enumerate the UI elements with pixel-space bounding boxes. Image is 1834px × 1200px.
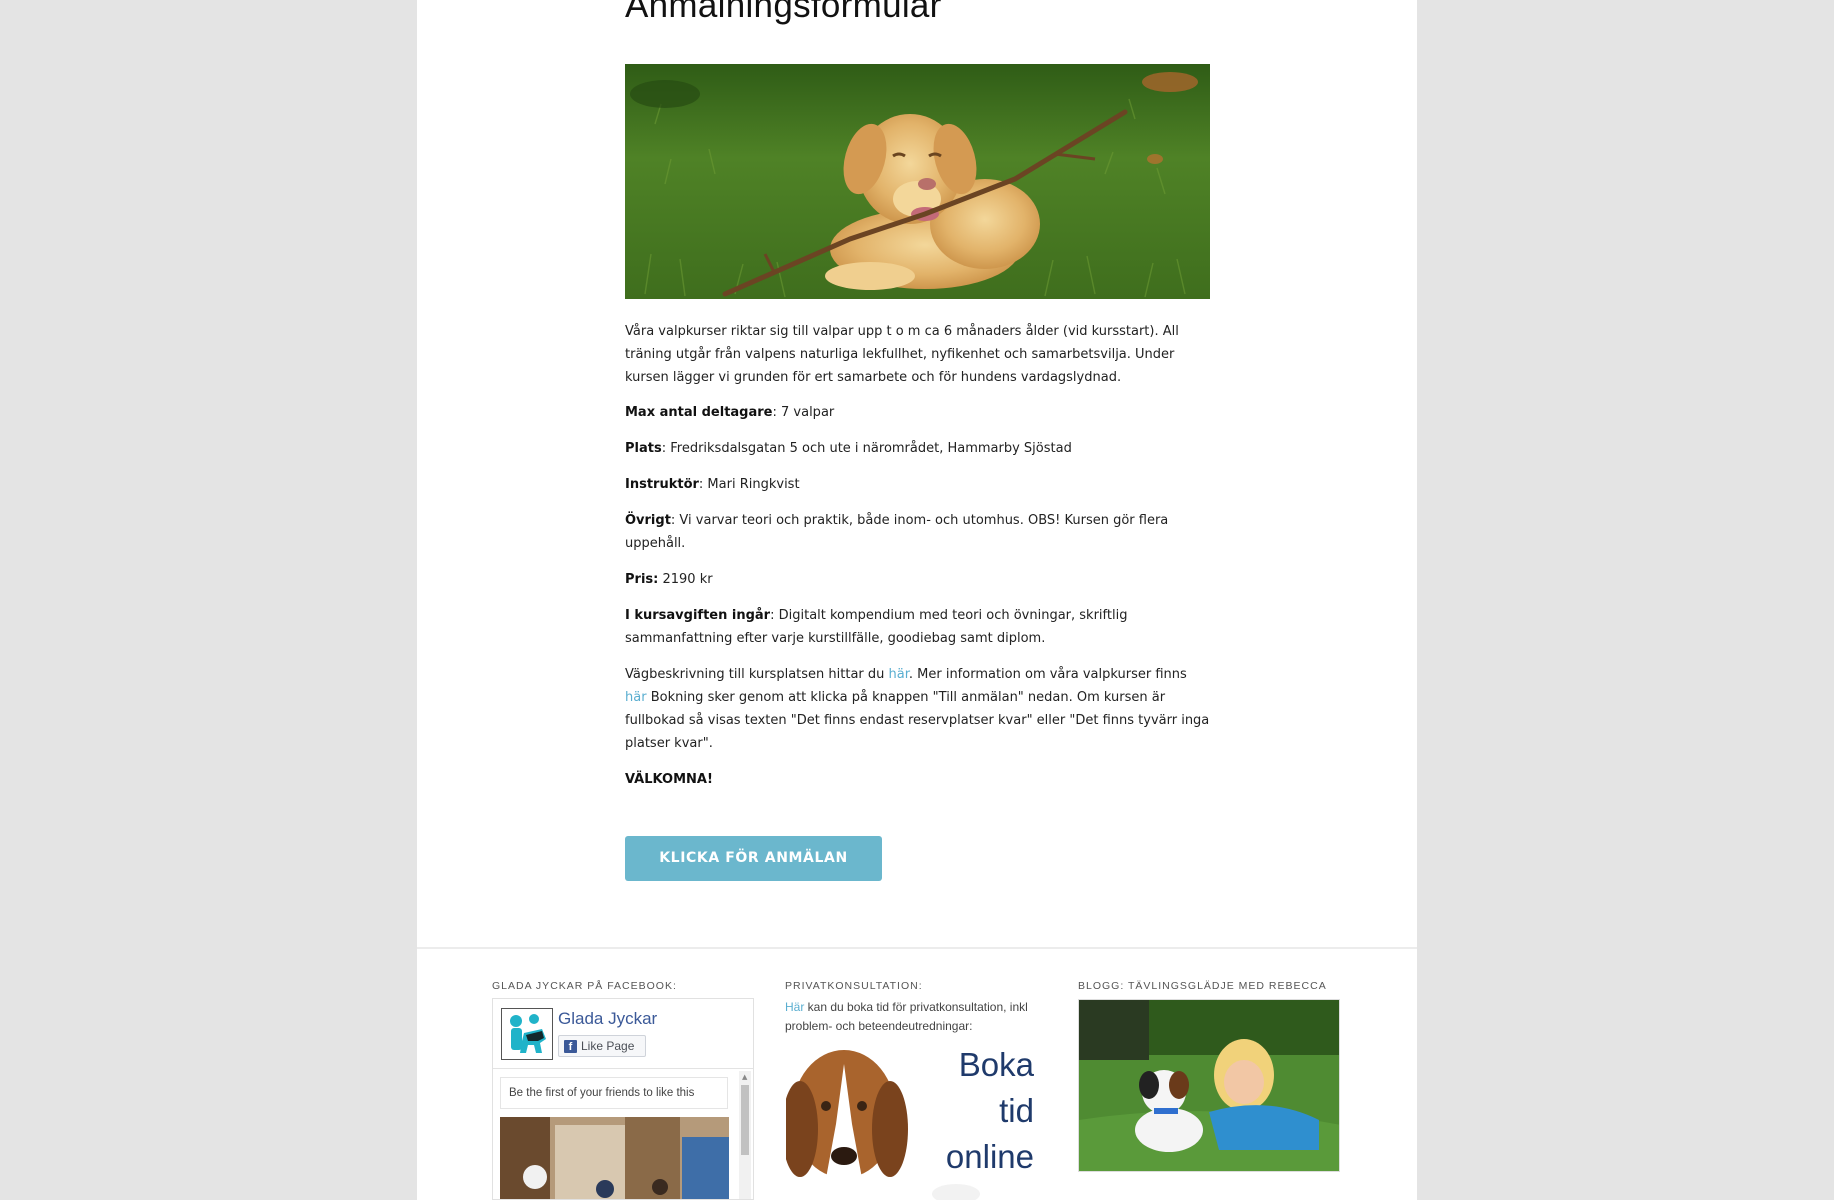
privatkonsultation-description: kan du boka tid för privatkonsultation, … [785,1000,1028,1033]
register-button[interactable]: KLICKA FÖR ANMÄLAN [625,836,882,881]
directions-text-1: Vägbeskrivning till kursplatsen hittar d… [625,667,889,682]
instructor: Instruktör: Mari Ringkvist [625,473,1210,496]
other-info: Övrigt: Vi varvar teori och praktik, båd… [625,509,1210,555]
privatkonsultation-text: Här kan du boka tid för privatkonsultati… [785,998,1049,1036]
directions-text-3: Bokning sker genom att klicka på knappen… [625,690,1210,751]
blog-widget-title: BLOGG: TÄVLINGSGLÄDJE MED REBECCA [1078,980,1327,992]
fee-includes: I kursavgiften ingår: Digitalt kompendiu… [625,604,1210,650]
location-label: Plats [625,441,662,456]
welcome-text: VÄLKOMNA! [625,768,1210,791]
facebook-page-name-link[interactable]: Glada Jyckar [558,1009,657,1029]
like-page-label: Like Page [581,1039,635,1053]
price-label: Pris: [625,572,659,587]
other-info-value: : Vi varvar teori och praktik, både inom… [625,513,1169,551]
facebook-post-photo[interactable] [500,1117,729,1199]
privatkonsultation-widget-title: PRIVATKONSULTATION: [785,980,923,992]
facebook-widget-title: GLADA JYCKAR PÅ FACEBOOK: [492,980,677,992]
location: Plats: Fredriksdalsgatan 5 och ute i när… [625,437,1210,460]
directions-paragraph: Vägbeskrivning till kursplatsen hittar d… [625,663,1210,755]
blog-photo[interactable] [1078,999,1340,1172]
location-value: : Fredriksdalsgatan 5 och ute i närområd… [661,441,1072,456]
banner-line-3: online [945,1138,1034,1175]
glada-jyckar-logo[interactable] [501,1008,553,1060]
more-info-link[interactable]: här [625,690,647,705]
facebook-f-icon: f [564,1040,577,1053]
puppy-hero-image [625,64,1210,299]
fee-includes-label: I kursavgiften ingår [625,608,771,623]
welcome-label: VÄLKOMNA! [625,772,713,787]
facebook-page-widget: Glada Jyckar f Like Page Be the first of… [492,998,754,1200]
banner-line-1: Boka [958,1046,1034,1083]
directions-text-2: . Mer information om våra valpkurser fin… [908,667,1187,682]
max-participants-label: Max antal deltagare [625,405,773,420]
scroll-up-icon[interactable]: ▲ [742,1073,747,1081]
banner-line-2: tid [999,1092,1034,1129]
friends-like-text: Be the first of your friends to like thi… [500,1077,728,1109]
directions-link[interactable]: här [889,667,909,682]
price: Pris: 2190 kr [625,568,1210,591]
instructor-label: Instruktör [625,477,699,492]
max-participants: Max antal deltagare: 7 valpar [625,401,1210,424]
like-page-button[interactable]: f Like Page [558,1035,646,1057]
price-value: 2190 kr [658,572,713,587]
max-participants-value: : 7 valpar [772,405,835,420]
footer-divider [417,947,1417,949]
other-info-label: Övrigt [625,513,671,528]
privatkonsultation-link[interactable]: Här [785,1000,804,1014]
intro-paragraph: Våra valpkurser riktar sig till valpar u… [625,324,1179,385]
book-online-banner[interactable]: Boka tid online [786,1044,1048,1200]
facebook-page-header: Glada Jyckar f Like Page [493,999,753,1069]
page-title: Anmälningsformulär [625,0,942,25]
instructor-value: : Mari Ringkvist [698,477,800,492]
scrollbar-thumb[interactable] [741,1085,749,1155]
facebook-scrollbar[interactable]: ▲ [739,1071,751,1199]
main-page: Anmälningsformulär Våra valpkurser rikta… [417,0,1417,1200]
